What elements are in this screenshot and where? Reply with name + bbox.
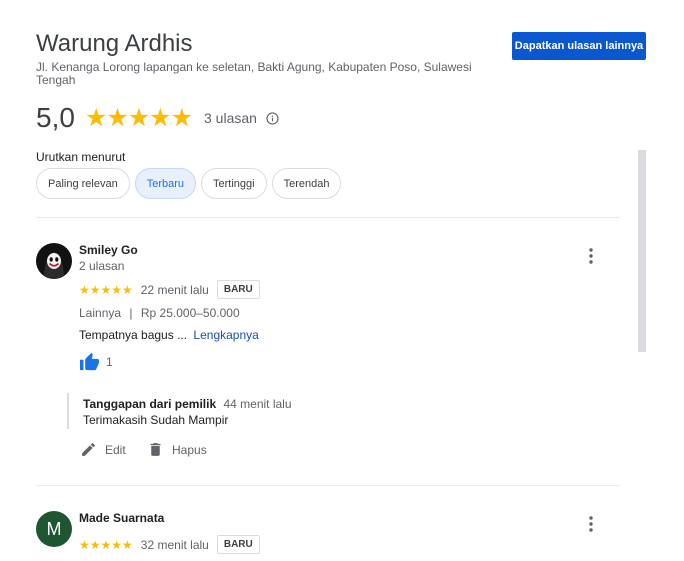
review-time: 32 menit lalu bbox=[140, 537, 209, 552]
review-category: Lainnya bbox=[79, 306, 122, 320]
edit-label: Edit bbox=[105, 442, 126, 457]
sort-chip-highest[interactable]: Tertinggi bbox=[201, 168, 267, 199]
review-stars: ★★★★★ bbox=[79, 282, 133, 297]
sort-chip-lowest[interactable]: Terendah bbox=[271, 168, 342, 199]
meta-separator: | bbox=[129, 306, 133, 320]
review-time: 22 menit lalu bbox=[140, 282, 209, 297]
review-rating-row: ★★★★★ 32 menit lalu BARU bbox=[79, 535, 260, 554]
like-row: 1 bbox=[79, 352, 113, 371]
delete-label: Hapus bbox=[172, 442, 207, 457]
owner-reply-label: Tanggapan dari pemilik bbox=[83, 397, 217, 411]
trash-icon bbox=[150, 443, 161, 456]
sort-chips: Paling relevan Terbaru Tertinggi Terenda… bbox=[36, 168, 342, 199]
get-more-reviews-button[interactable]: Dapatkan ulasan lainnya bbox=[512, 32, 646, 60]
sort-label: Urutkan menurut bbox=[36, 150, 126, 164]
sort-chip-newest[interactable]: Terbaru bbox=[134, 168, 197, 199]
delete-button[interactable]: Hapus bbox=[147, 441, 207, 458]
avatar-letter: M bbox=[46, 518, 62, 539]
avatar-image bbox=[36, 243, 72, 279]
rating-value: 5,0 bbox=[36, 102, 75, 133]
review-price: Rp 25.000–50.000 bbox=[140, 306, 240, 320]
review-author[interactable]: Smiley Go bbox=[79, 243, 138, 257]
review-author[interactable]: Made Suarnata bbox=[79, 511, 164, 525]
info-icon[interactable] bbox=[266, 111, 279, 125]
owner-reply-header: Tanggapan dari pemilik 44 menit lalu bbox=[83, 397, 292, 411]
owner-reply-time: 44 menit lalu bbox=[223, 397, 292, 411]
avatar[interactable] bbox=[36, 243, 72, 279]
place-title: Warung Ardhis bbox=[36, 30, 193, 57]
like-count: 1 bbox=[106, 354, 113, 369]
rating-stars: ★★★★★ bbox=[84, 104, 193, 132]
read-more-link[interactable]: Lengkapnya bbox=[193, 328, 258, 342]
owner-reply-bar bbox=[67, 393, 69, 429]
sort-chip-most-relevant[interactable]: Paling relevan bbox=[36, 168, 130, 199]
review-rating-row: ★★★★★ 22 menit lalu BARU bbox=[79, 280, 260, 299]
owner-reply-text: Terimakasih Sudah Mampir bbox=[83, 413, 229, 427]
new-badge: BARU bbox=[216, 535, 260, 554]
place-address: Jl. Kenanga Lorong lapangan ke seletan, … bbox=[36, 60, 472, 87]
scrollbar[interactable] bbox=[638, 150, 646, 352]
new-badge: BARU bbox=[216, 280, 260, 299]
divider bbox=[36, 485, 620, 486]
edit-button[interactable]: Edit bbox=[80, 441, 126, 458]
pencil-icon bbox=[82, 443, 95, 456]
more-options-icon[interactable] bbox=[581, 246, 601, 266]
avatar[interactable]: M bbox=[36, 511, 72, 547]
review-meta: Lainnya | Rp 25.000–50.000 bbox=[79, 306, 240, 320]
thumbs-up-icon[interactable] bbox=[79, 352, 100, 371]
divider bbox=[36, 217, 620, 218]
review-stars: ★★★★★ bbox=[79, 537, 133, 552]
review-author-meta: 2 ulasan bbox=[79, 259, 125, 273]
review-count: 3 ulasan bbox=[204, 110, 257, 126]
review-text: Tempatnya bagus ... bbox=[79, 328, 188, 342]
more-options-icon[interactable] bbox=[581, 514, 601, 534]
rating-summary: 5,0 ★★★★★ 3 ulasan bbox=[36, 101, 279, 135]
review-text-row: Tempatnya bagus ... Lengkapnya bbox=[79, 328, 259, 342]
